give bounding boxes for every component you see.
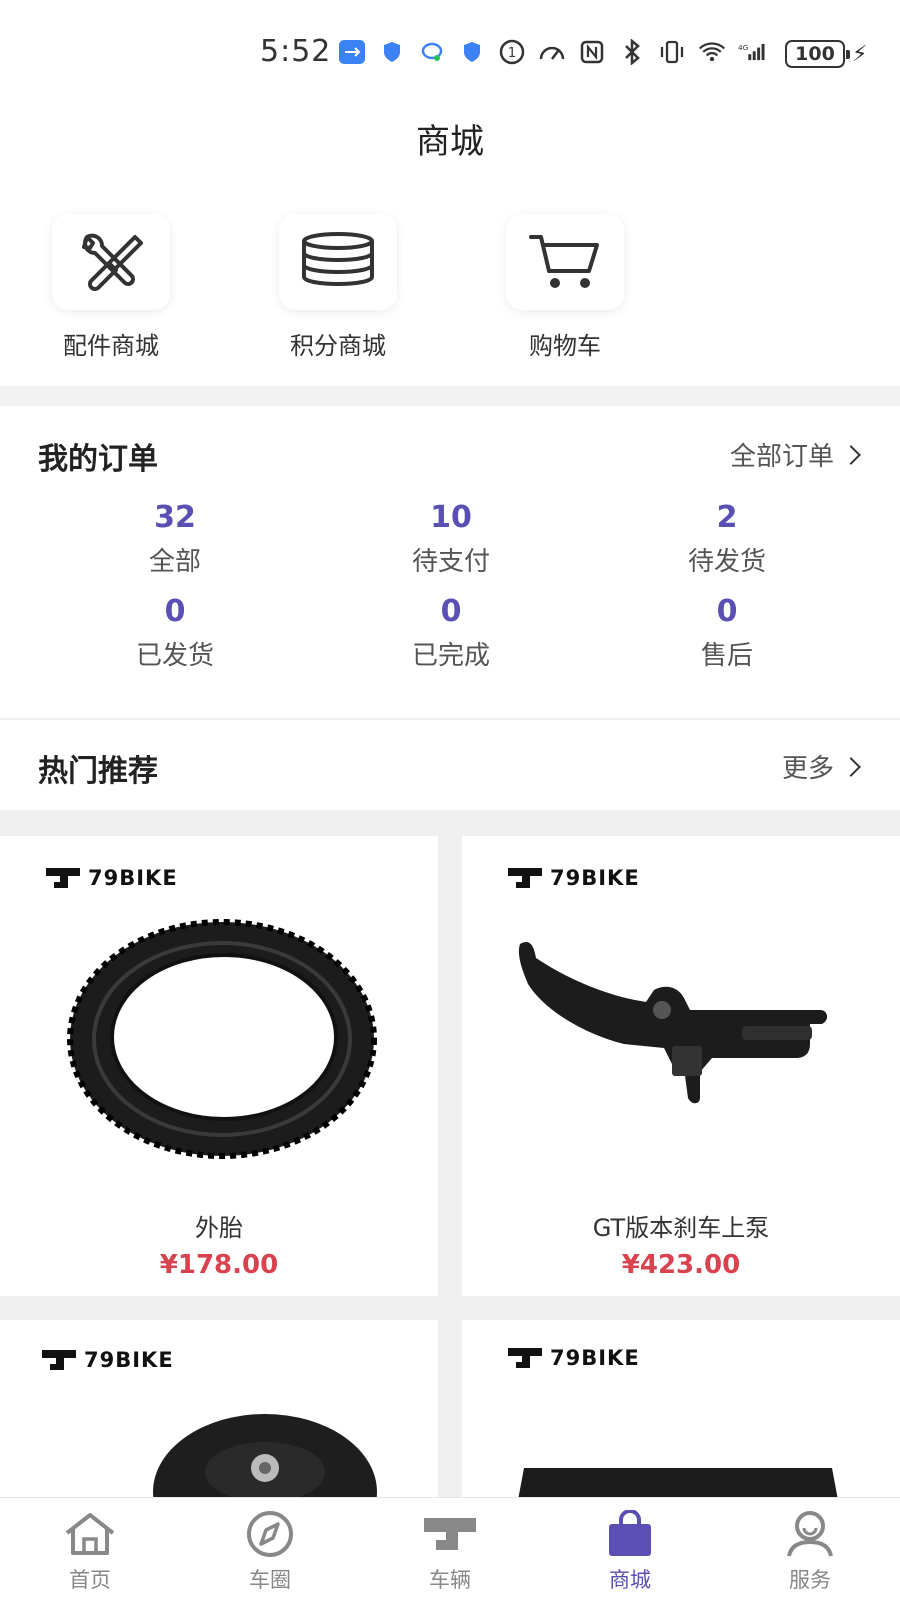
order-stat-completed[interactable]: 0 已完成 (351, 594, 551, 672)
tab-circle[interactable]: 车圈 (210, 1510, 330, 1594)
brand-logo: 79BIKE (40, 1348, 174, 1372)
signal-4g-icon: 4G (738, 38, 766, 66)
brand-mark-icon (46, 868, 80, 888)
order-count: 0 (164, 594, 186, 629)
product-name: GT版本刹车上泵 (592, 1214, 770, 1242)
quick-entry-accessories[interactable]: 配件商城 (21, 214, 201, 361)
order-stat-all[interactable]: 32 全部 (75, 500, 275, 578)
section-divider (0, 718, 900, 720)
product-card[interactable]: 79BIKE 外胎 ¥178.00 (0, 836, 438, 1296)
tab-home[interactable]: 首页 (30, 1510, 150, 1594)
status-icons: 1 4G (338, 38, 766, 66)
bluetooth-icon (618, 38, 646, 66)
product-grid: 79BIKE 外胎 ¥178.00 79BIKE GT版本刹车上泵 ¥423.0… (0, 810, 900, 1500)
order-stat-after-sales[interactable]: 0 售后 (627, 594, 827, 672)
svg-text:1: 1 (508, 46, 516, 61)
charging-icon: ⚡ (852, 42, 868, 67)
quick-entry-cart[interactable]: 购物车 (475, 214, 655, 361)
brand-logo: 79BIKE (506, 866, 640, 890)
tab-label: 车辆 (429, 1568, 471, 1592)
quick-entry-points-mall[interactable]: 积分商城 (248, 214, 428, 361)
order-status-label: 已发货 (135, 641, 214, 671)
vibrate-icon (658, 38, 686, 66)
order-status-label: 待发货 (687, 547, 766, 577)
shield-icon (458, 38, 486, 66)
shopping-bag-icon (602, 1510, 658, 1558)
speed-icon (538, 38, 566, 66)
tab-service[interactable]: 服务 (750, 1510, 870, 1594)
order-stat-pending-shipment[interactable]: 2 待发货 (627, 500, 827, 578)
order-count: 10 (430, 500, 472, 535)
product-name: 外胎 (195, 1214, 243, 1242)
my-orders-section: 我的订单 全部订单 32 全部 10 待支付 2 待发货 0 已发货 0 已完成… (0, 408, 900, 718)
tab-label: 车圈 (249, 1568, 291, 1592)
bike-logo-icon (422, 1510, 478, 1558)
svg-text:4G: 4G (738, 43, 749, 52)
quick-entry-label: 积分商城 (290, 332, 386, 360)
brand-mark-icon (508, 868, 542, 888)
product-price: ¥178.00 (159, 1250, 279, 1280)
order-status-label: 全部 (148, 547, 201, 577)
more-link[interactable]: 更多 (781, 748, 861, 785)
order-stat-pending-payment[interactable]: 10 待支付 (351, 500, 551, 578)
order-status-label: 售后 (700, 641, 753, 671)
brand-logo: 79BIKE (506, 1346, 640, 1370)
orders-title: 我的订单 (38, 442, 158, 477)
order-count: 2 (716, 500, 738, 535)
product-price: ¥423.00 (621, 1250, 741, 1280)
quick-entries: 配件商城 积分商城 购物车 (0, 214, 900, 364)
tire-image (67, 919, 377, 1159)
brand-mark-icon (42, 1350, 76, 1370)
order-count: 0 (716, 594, 738, 629)
data-icon: 1 (498, 38, 526, 66)
order-status-label: 待支付 (411, 547, 490, 577)
home-icon (62, 1510, 118, 1558)
all-orders-label: 全部订单 (729, 442, 834, 472)
product-card[interactable]: 79BIKE (0, 1320, 438, 1500)
recommend-title: 热门推荐 (38, 754, 158, 789)
tools-icon (52, 214, 170, 310)
coins-icon (279, 214, 397, 310)
status-bar: 5:52 1 4G 100 ⚡ (0, 0, 900, 100)
motor-hub-image (153, 1414, 377, 1500)
quick-entry-label: 购物车 (529, 332, 601, 360)
brand-name: 79BIKE (550, 1346, 640, 1370)
wifi-icon (698, 38, 726, 66)
tab-label: 首页 (69, 1568, 111, 1592)
order-count: 32 (154, 500, 196, 535)
tab-label: 服务 (789, 1568, 831, 1592)
nfc-icon (578, 38, 606, 66)
order-status-label: 已完成 (411, 641, 490, 671)
user-service-icon (782, 1510, 838, 1558)
brake-lever-image (518, 941, 828, 1104)
order-count: 0 (440, 594, 462, 629)
brand-name: 79BIKE (84, 1348, 174, 1372)
sync-icon (418, 38, 446, 66)
brand-name: 79BIKE (88, 866, 178, 890)
page-title: 商城 (416, 122, 484, 162)
brand-mark-icon (508, 1348, 542, 1368)
chevron-right-icon (841, 756, 861, 777)
compass-icon (242, 1510, 298, 1558)
tab-label: 商城 (609, 1568, 651, 1592)
tab-mall[interactable]: 商城 (570, 1510, 690, 1594)
tab-vehicle[interactable]: 车辆 (390, 1510, 510, 1594)
bottom-tab-bar: 首页 车圈 车辆 商城 服务 (0, 1497, 900, 1600)
order-stat-shipped[interactable]: 0 已发货 (75, 594, 275, 672)
product-card[interactable]: 79BIKE (462, 1320, 900, 1500)
all-orders-link[interactable]: 全部订单 (729, 436, 861, 473)
product-card[interactable]: 79BIKE GT版本刹车上泵 ¥423.00 (462, 836, 900, 1296)
shield-icon (378, 38, 406, 66)
more-label: 更多 (781, 754, 834, 784)
quick-entry-label: 配件商城 (63, 332, 159, 360)
status-time: 5:52 (260, 34, 332, 69)
brand-name: 79BIKE (550, 866, 640, 890)
section-divider (0, 386, 900, 406)
cart-icon (506, 214, 624, 310)
battery-indicator: 100 (785, 40, 850, 68)
usb-icon (338, 38, 366, 66)
display-panel-image (518, 1468, 838, 1500)
brand-logo: 79BIKE (44, 866, 178, 890)
chevron-right-icon (841, 444, 861, 465)
